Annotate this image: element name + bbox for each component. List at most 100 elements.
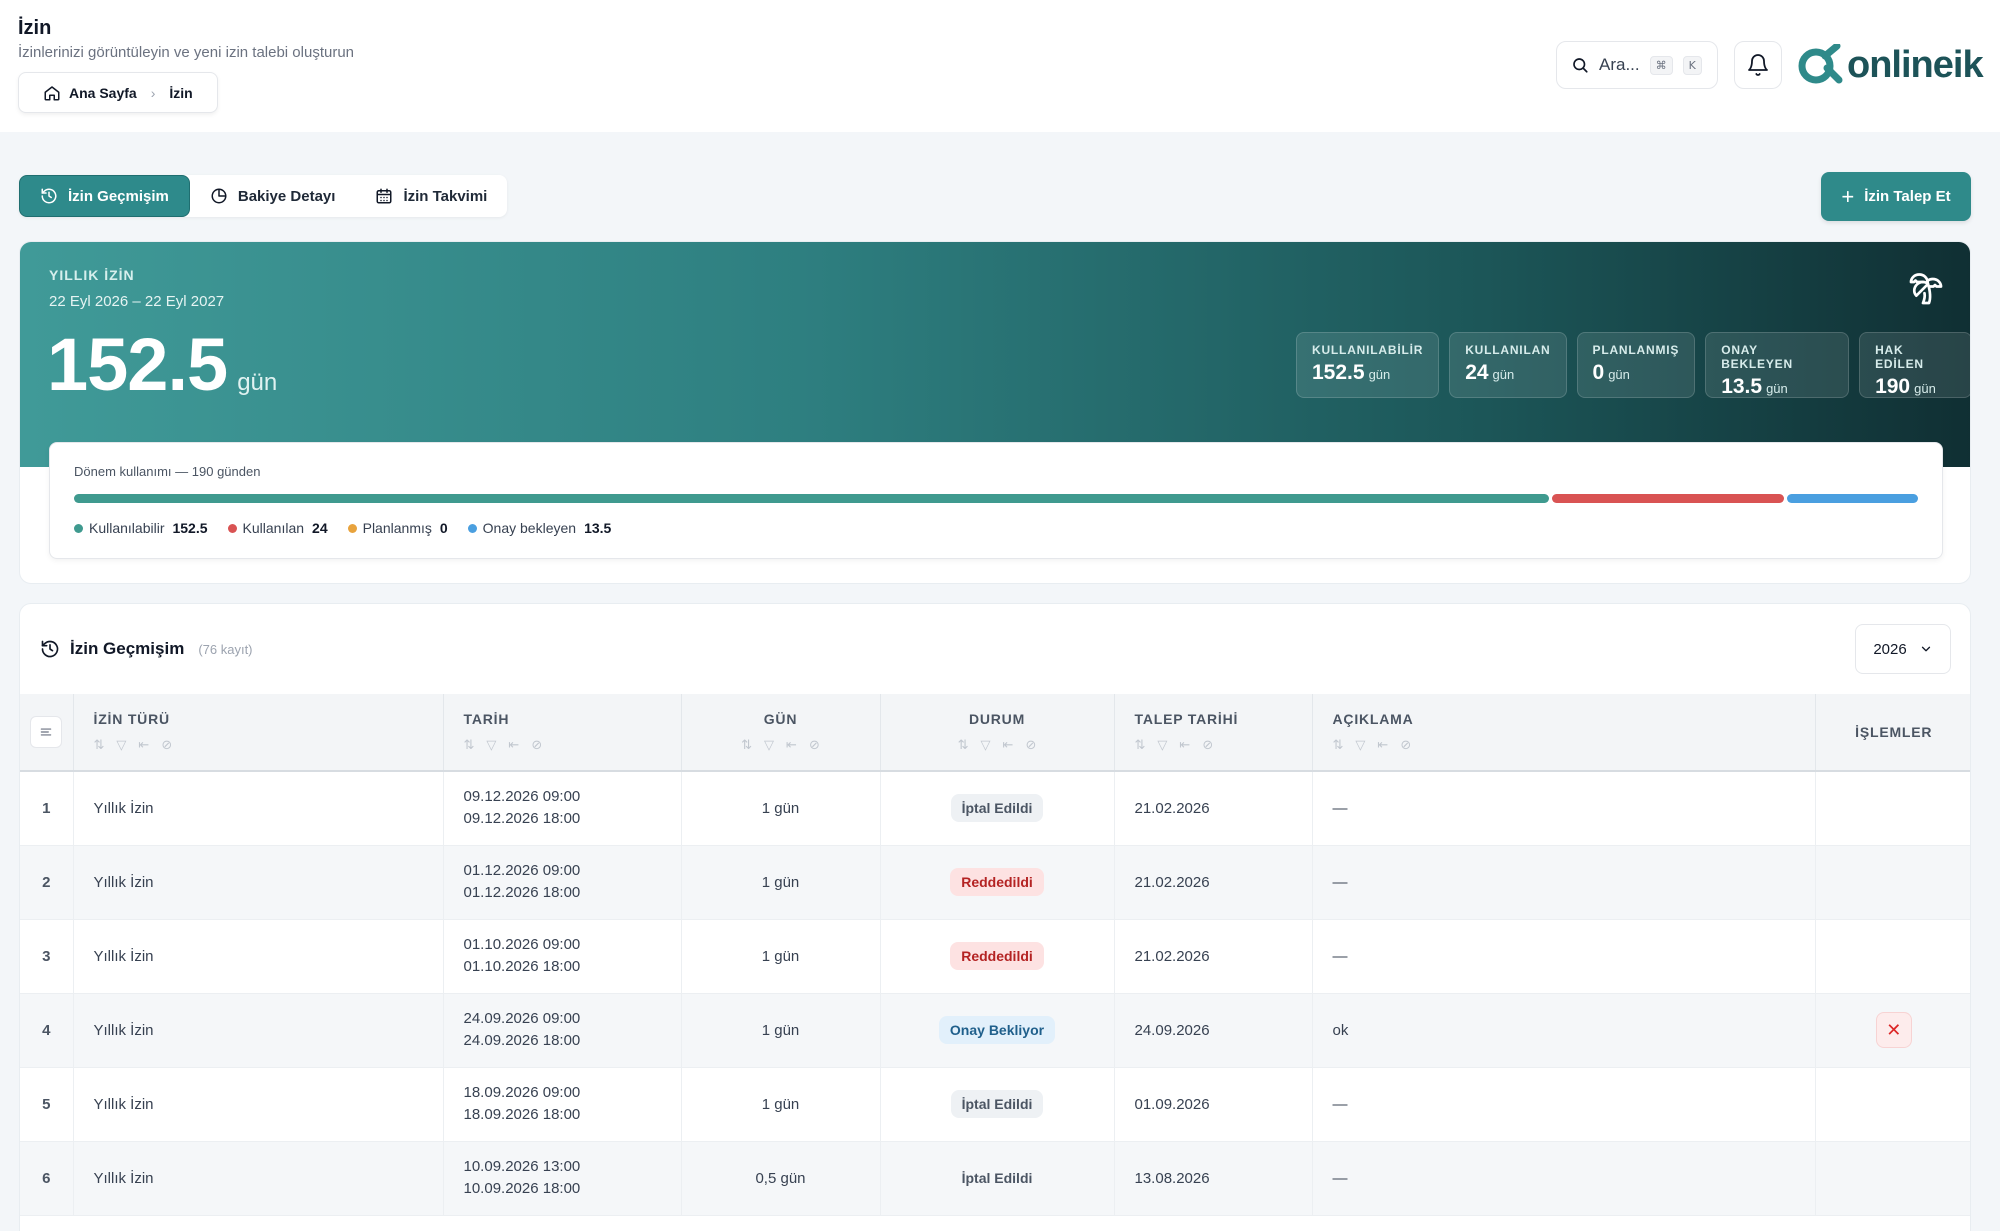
close-icon: ✕ xyxy=(1886,1019,1902,1040)
stat-unit: gün xyxy=(1914,381,1936,396)
column-header-days[interactable]: GÜN ⇅ ▽ ⇤ ⊘ xyxy=(681,694,881,772)
filter-icon[interactable]: ▽ xyxy=(981,737,991,753)
remaining-days-value: 152.5 xyxy=(47,323,228,406)
pin-icon[interactable]: ⇤ xyxy=(138,737,149,753)
hide-icon[interactable]: ⊘ xyxy=(161,737,172,753)
table-row[interactable]: 6 Yıllık İzin 10.09.2026 13:00 10.09.2026 1… xyxy=(20,1141,1970,1216)
filter-icon[interactable]: ▽ xyxy=(486,737,496,753)
column-header-note[interactable]: AÇIKLAMA ⇅ ▽ ⇤ ⊘ xyxy=(1312,694,1816,772)
cell-status: İptal Edildi xyxy=(880,771,1115,846)
hide-icon[interactable]: ⊘ xyxy=(1400,737,1411,753)
date-start: 09.12.2026 09:00 xyxy=(463,788,581,806)
menu-lines-icon xyxy=(41,728,52,736)
bell-icon xyxy=(1748,54,1768,76)
column-header-status[interactable]: DURUM ⇅ ▽ ⇤ ⊘ xyxy=(880,694,1115,772)
table-row[interactable]: 4 Yıllık İzin 24.09.2026 09:00 24.09.2026 1… xyxy=(20,993,1970,1068)
column-header-type[interactable]: İZİN TÜRÜ ⇅ ▽ ⇤ ⊘ xyxy=(73,694,444,772)
cell-request-date: 24.09.2026 xyxy=(1114,993,1313,1068)
pin-icon[interactable]: ⇤ xyxy=(1377,737,1388,753)
pin-icon[interactable]: ⇤ xyxy=(1003,737,1014,753)
stat-unit: gün xyxy=(1608,367,1630,382)
cell-days: 1 gün xyxy=(681,993,881,1068)
table-row[interactable]: 3 Yıllık İzin 01.10.2026 09:00 01.10.2026 1… xyxy=(20,919,1970,994)
cell-note: ok xyxy=(1312,993,1816,1068)
legend-label: Kullanılan xyxy=(242,520,305,536)
cancel-request-button[interactable]: ✕ xyxy=(1875,1012,1912,1048)
leave-history-title: İzin Geçmişim xyxy=(70,639,185,658)
cell-status: İptal Edildi xyxy=(880,1141,1115,1216)
hide-icon[interactable]: ⊘ xyxy=(531,737,542,753)
column-header-actions: ⇅ ▽ ⇤ ⊘ xyxy=(901,737,1094,753)
search-input[interactable]: Ara... ⌘ K xyxy=(1556,41,1718,89)
filter-icon[interactable]: ▽ xyxy=(116,737,126,753)
sort-icon[interactable]: ⇅ xyxy=(94,737,105,753)
stat-pending: ONAY BEKLEYEN 13.5 gün xyxy=(1705,332,1850,398)
filter-icon[interactable]: ▽ xyxy=(1157,737,1167,753)
legend-dot xyxy=(74,523,83,533)
stat-unit: gün xyxy=(1492,367,1515,382)
sort-icon[interactable]: ⇅ xyxy=(958,737,969,753)
filter-icon[interactable]: ▽ xyxy=(764,737,774,753)
remaining-days: 152.5 gün xyxy=(47,322,277,407)
date-start: 24.09.2026 09:00 xyxy=(463,1010,581,1027)
hide-icon[interactable]: ⊘ xyxy=(809,737,820,753)
sort-icon[interactable]: ⇅ xyxy=(1135,737,1146,753)
hide-icon[interactable]: ⊘ xyxy=(1202,737,1213,753)
stat-unit: gün xyxy=(1368,367,1391,382)
leave-history-card: İzin Geçmişim (76 kayıt) 2026 İZİN TÜRÜ ⇅… xyxy=(19,603,1971,1231)
table-row[interactable]: 1 Yıllık İzin 09.12.2026 09:00 09.12.2026 1… xyxy=(20,771,1970,846)
legend-value: 13.5 xyxy=(584,520,612,536)
column-header-actions: ⇅ ▽ ⇤ ⊘ xyxy=(1135,737,1292,753)
table-row[interactable]: 2 Yıllık İzin 01.12.2026 09:00 01.12.2026 1… xyxy=(20,845,1970,920)
table-header-row: İZİN TÜRÜ ⇅ ▽ ⇤ ⊘ TARİH ⇅ ▽ ⇤ ⊘ GÜN ⇅ ▽ ⇤ ⊘ DURUM ⇅ ▽ ⇤… xyxy=(20,694,1970,772)
tab-label: İzin Geçmişim xyxy=(68,187,169,205)
stat-available: KULLANILABİLİR 152.5 gün xyxy=(1296,332,1440,398)
date-end: 01.10.2026 18:00 xyxy=(463,958,581,975)
search-icon xyxy=(1573,58,1588,73)
column-header-date[interactable]: TARİH ⇅ ▽ ⇤ ⊘ xyxy=(443,694,682,772)
tab-leave-history[interactable]: İzin Geçmişim xyxy=(19,175,190,217)
pin-icon[interactable]: ⇤ xyxy=(1179,737,1190,753)
cell-type: Yıllık İzin xyxy=(73,993,444,1068)
hide-icon[interactable]: ⊘ xyxy=(1025,737,1036,753)
breadcrumb: Ana Sayfa › İzin xyxy=(18,72,218,113)
filter-icon[interactable]: ▽ xyxy=(1355,737,1365,753)
leave-stats: KULLANILABİLİR 152.5 gün KULLANILAN 24 gün… xyxy=(1296,332,1970,398)
shortcut-k-key: K xyxy=(1682,55,1702,75)
row-number: 2 xyxy=(20,845,74,920)
cell-note: — xyxy=(1312,1067,1816,1142)
cell-note: — xyxy=(1312,1141,1816,1216)
cell-actions: ✕ xyxy=(1815,993,1970,1068)
stat-label: ONAY BEKLEYEN xyxy=(1721,343,1793,371)
breadcrumb-home-label: Ana Sayfa xyxy=(69,84,137,101)
sort-icon[interactable]: ⇅ xyxy=(1333,737,1344,753)
cell-status: Reddedildi xyxy=(880,845,1115,920)
column-header-request-date[interactable]: TALEP TARİHİ ⇅ ▽ ⇤ ⊘ xyxy=(1114,694,1313,772)
request-leave-button[interactable]: + İzin Talep Et xyxy=(1821,172,1971,221)
stat-number: 190 xyxy=(1875,375,1911,398)
year-select[interactable]: 2026 xyxy=(1855,624,1951,674)
pie-chart-icon xyxy=(211,188,227,204)
tab-leave-calendar[interactable]: İzin Takvimi xyxy=(355,175,507,217)
pin-icon[interactable]: ⇤ xyxy=(508,737,519,753)
breadcrumb-home[interactable]: Ana Sayfa xyxy=(43,84,137,102)
sort-icon[interactable]: ⇅ xyxy=(741,737,752,753)
date-start: 18.09.2026 09:00 xyxy=(463,1084,581,1101)
cell-actions xyxy=(1815,919,1970,994)
sort-icon[interactable]: ⇅ xyxy=(464,737,475,753)
pin-icon[interactable]: ⇤ xyxy=(786,737,797,753)
tab-balance-detail[interactable]: Bakiye Detayı xyxy=(190,175,356,217)
column-header-label: DURUM xyxy=(968,711,1026,727)
tab-label: İzin Takvimi xyxy=(403,187,488,205)
legend-value: 0 xyxy=(439,520,448,536)
column-menu-button[interactable] xyxy=(30,716,63,748)
usage-segment xyxy=(1787,494,1918,503)
status-badge: İptal Edildi xyxy=(961,1170,1033,1186)
breadcrumb-current[interactable]: İzin xyxy=(169,85,192,101)
notifications-button[interactable] xyxy=(1734,41,1782,89)
row-number: 5 xyxy=(20,1067,74,1142)
table-row[interactable]: 5 Yıllık İzin 18.09.2026 09:00 18.09.2026 1… xyxy=(20,1067,1970,1142)
cell-actions xyxy=(1815,1141,1970,1216)
cell-request-date: 21.02.2026 xyxy=(1114,845,1313,920)
brand-logo[interactable]: onlineik xyxy=(1797,42,1984,88)
